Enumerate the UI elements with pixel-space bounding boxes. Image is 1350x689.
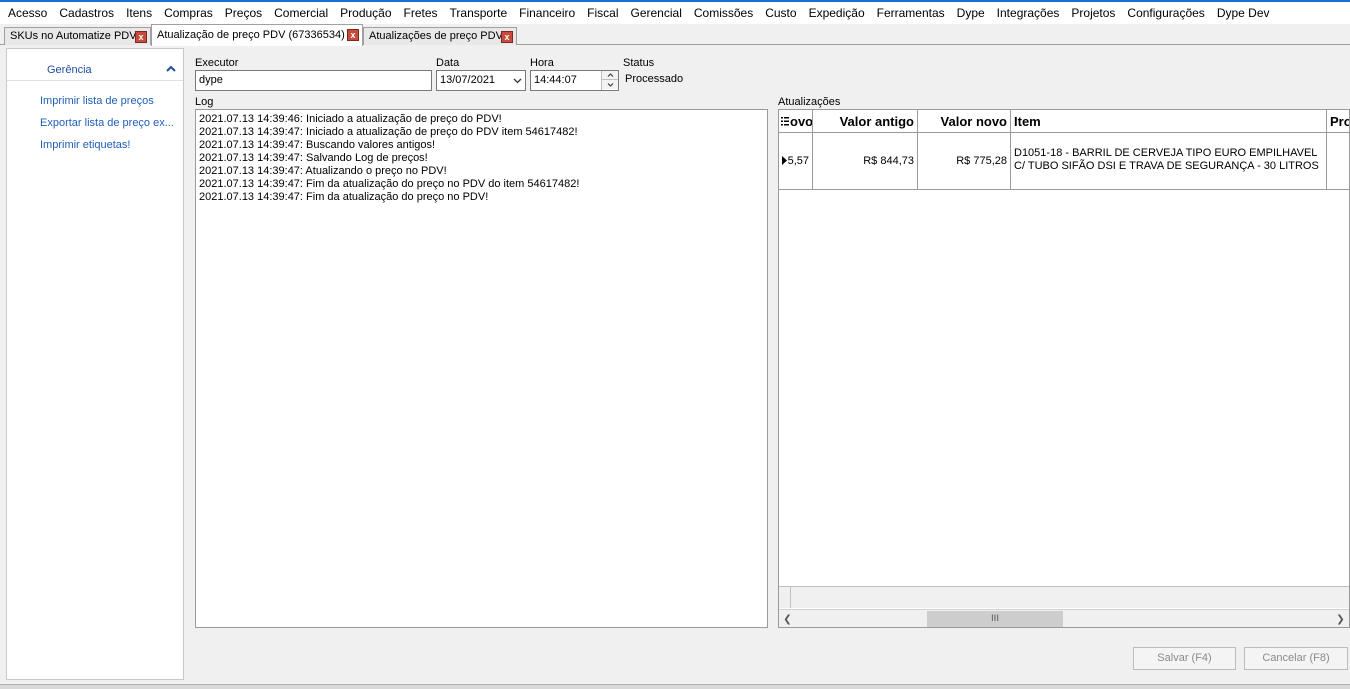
menu-producao[interactable]: Produção	[334, 2, 397, 24]
menu-dype-dev[interactable]: Dype Dev	[1211, 2, 1276, 24]
column-header-valor-antigo[interactable]: Valor antigo	[813, 110, 918, 133]
atualizacoes-label: Atualizações	[778, 96, 841, 108]
tab-strip: SKUs no Automatize PDV x Atualização de …	[0, 24, 1350, 46]
hora-time-spinner[interactable]: 14:44:07	[530, 70, 619, 91]
menu-expedicao[interactable]: Expedição	[803, 2, 871, 24]
status-label: Status	[623, 57, 655, 69]
menu-comercial[interactable]: Comercial	[268, 2, 334, 24]
close-tab-icon[interactable]: x	[347, 29, 359, 41]
menu-acesso[interactable]: Acesso	[2, 2, 53, 24]
grid-footer-bar	[779, 586, 1349, 608]
column-chooser-icon[interactable]	[781, 117, 789, 126]
atualizacoes-grid[interactable]: ovo Valor antigo Valor novo Item Pro 5,5…	[778, 109, 1350, 628]
spin-down-icon[interactable]	[602, 80, 618, 89]
time-spinner-buttons	[601, 71, 618, 90]
horizontal-scrollbar[interactable]: ❮ III ❯	[779, 609, 1349, 627]
dropdown-arrow-icon[interactable]	[509, 71, 525, 90]
menu-compras[interactable]: Compras	[158, 2, 219, 24]
tab-skus-automatize-pdv[interactable]: SKUs no Automatize PDV x	[4, 27, 151, 45]
gerencia-panel: Gerência Imprimir lista de preços Export…	[6, 48, 184, 680]
menu-precos[interactable]: Preços	[219, 2, 268, 24]
menu-itens[interactable]: Itens	[120, 2, 158, 24]
gerencia-header[interactable]: Gerência	[7, 49, 183, 81]
menu-projetos[interactable]: Projetos	[1065, 2, 1121, 24]
scroll-right-icon[interactable]: ❯	[1332, 610, 1349, 627]
grid-header-row: ovo Valor antigo Valor novo Item Pro	[779, 110, 1349, 133]
executor-field[interactable]: dype	[195, 70, 432, 91]
log-line: 2021.07.13 14:39:46: Iniciado a atualiza…	[199, 113, 502, 125]
log-line: 2021.07.13 14:39:47: Fim da atualização …	[199, 178, 580, 190]
exportar-lista-preco-link[interactable]: Exportar lista de preço ex...	[40, 117, 182, 129]
imprimir-lista-precos-link[interactable]: Imprimir lista de preços	[40, 95, 182, 107]
tab-label: SKUs no Automatize PDV	[10, 30, 137, 42]
log-line: 2021.07.13 14:39:47: Iniciado a atualiza…	[199, 126, 578, 138]
log-textarea[interactable]: 2021.07.13 14:39:46: Iniciado a atualiza…	[195, 109, 768, 628]
menu-configuracoes[interactable]: Configurações	[1121, 2, 1210, 24]
menu-fiscal[interactable]: Fiscal	[581, 2, 624, 24]
tab-label: Atualizações de preço PDV	[369, 30, 503, 42]
column-header-item[interactable]: Item	[1011, 110, 1327, 133]
data-label: Data	[436, 57, 460, 69]
cell-novo-partial: 5,57	[787, 155, 809, 167]
menu-comissoes[interactable]: Comissões	[688, 2, 759, 24]
executor-label: Executor	[195, 57, 239, 69]
menu-gerencial[interactable]: Gerencial	[625, 2, 688, 24]
column-header-pro-partial[interactable]: Pro	[1327, 110, 1349, 133]
tab-label: Atualização de preço PDV (67336534)	[157, 29, 345, 41]
data-date-picker[interactable]: 13/07/2021	[436, 70, 526, 91]
grid-footer-indicator	[779, 587, 791, 608]
cancel-button[interactable]: Cancelar (F8)	[1244, 647, 1348, 670]
menu-fretes[interactable]: Fretes	[398, 2, 444, 24]
menu-dype[interactable]: Dype	[951, 2, 991, 24]
menu-cadastros[interactable]: Cadastros	[53, 2, 120, 24]
gerencia-title: Gerência	[47, 64, 92, 76]
column-header-valor-novo[interactable]: Valor novo	[918, 110, 1011, 133]
column-header-novo-partial: ovo	[790, 114, 813, 129]
log-label: Log	[195, 96, 214, 108]
close-tab-icon[interactable]: x	[501, 31, 513, 43]
scroll-left-icon[interactable]: ❮	[779, 610, 796, 627]
menu-custo[interactable]: Custo	[759, 2, 802, 24]
hora-value: 14:44:07	[534, 74, 577, 86]
menu-bar: Acesso Cadastros Itens Compras Preços Co…	[0, 0, 1350, 24]
status-strip	[0, 684, 1350, 689]
menu-financeiro[interactable]: Financeiro	[513, 2, 581, 24]
menu-integracoes[interactable]: Integrações	[991, 2, 1066, 24]
close-tab-icon[interactable]: x	[135, 31, 147, 43]
cell-item: D1051-18 - BARRIL DE CERVEJA TIPO EURO E…	[1011, 133, 1327, 189]
row-indicator-cell: 5,57	[779, 133, 813, 189]
save-button[interactable]: Salvar (F4)	[1133, 647, 1236, 670]
data-value: 13/07/2021	[440, 74, 496, 86]
tab-atualizacao-preco-pdv[interactable]: Atualização de preço PDV (67336534) x	[151, 24, 363, 46]
log-line: 2021.07.13 14:39:47: Buscando valores an…	[199, 139, 436, 151]
imprimir-etiquetas-link[interactable]: Imprimir etiquetas!	[40, 139, 182, 151]
status-value: Processado	[625, 73, 684, 85]
log-line: 2021.07.13 14:39:47: Atualizando o preço…	[199, 165, 447, 177]
cell-pro	[1327, 133, 1349, 189]
log-line: 2021.07.13 14:39:47: Salvando Log de pre…	[199, 152, 428, 164]
scroll-thumb[interactable]: III	[927, 611, 1063, 627]
chevron-up-icon[interactable]	[165, 64, 177, 74]
tab-atualizacoes-preco-pdv[interactable]: Atualizações de preço PDV x	[363, 27, 517, 45]
hora-label: Hora	[530, 57, 554, 69]
table-row[interactable]: 5,57 R$ 844,73 R$ 775,28 D1051-18 - BARR…	[779, 133, 1349, 190]
log-line: 2021.07.13 14:39:47: Fim da atualização …	[199, 191, 489, 203]
cell-valor-antigo: R$ 844,73	[813, 133, 918, 189]
cell-valor-novo: R$ 775,28	[918, 133, 1011, 189]
menu-transporte[interactable]: Transporte	[444, 2, 514, 24]
column-chooser-header[interactable]: ovo	[779, 110, 813, 133]
row-indicator-icon	[782, 156, 787, 165]
spin-up-icon[interactable]	[602, 71, 618, 80]
menu-ferramentas[interactable]: Ferramentas	[871, 2, 951, 24]
